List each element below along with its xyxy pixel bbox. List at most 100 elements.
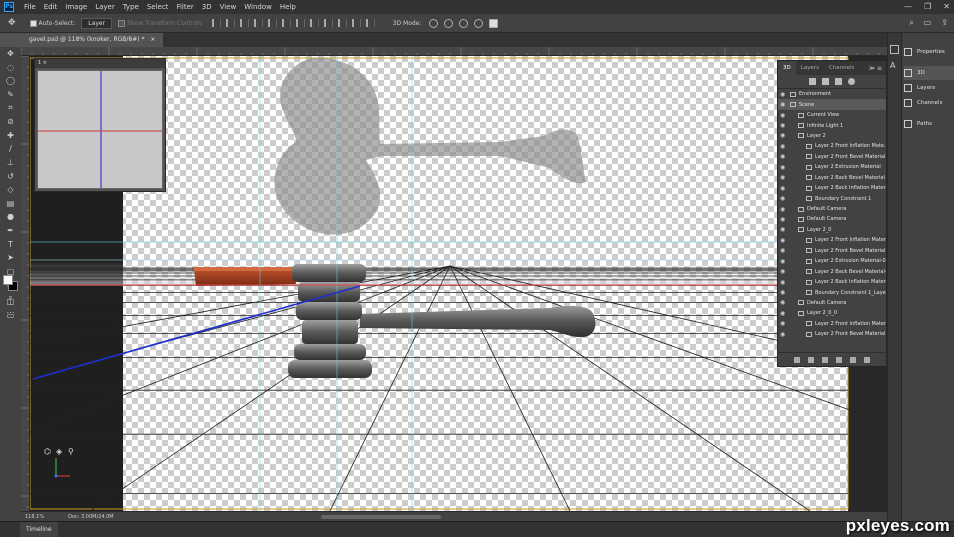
- visibility-eye-icon[interactable]: ◉: [780, 174, 788, 181]
- visibility-eye-icon[interactable]: ◉: [780, 299, 788, 306]
- lasso-tool-icon[interactable]: ◯: [0, 74, 21, 88]
- marquee-tool-icon[interactable]: ◌: [0, 61, 21, 75]
- tab-layers[interactable]: Layers: [796, 61, 824, 75]
- lights-icon[interactable]: [848, 78, 855, 85]
- menu-image[interactable]: Image: [61, 3, 91, 11]
- quick-mask-icon[interactable]: ◫: [0, 295, 21, 309]
- align-bottom-icon[interactable]: [281, 19, 291, 27]
- menu-type[interactable]: Type: [119, 3, 143, 11]
- video-camera-icon[interactable]: [489, 18, 499, 28]
- distribute-right-icon[interactable]: [323, 19, 333, 27]
- tab-channels[interactable]: Channels: [824, 61, 859, 75]
- eyedropper-tool-icon[interactable]: ⊘: [0, 115, 21, 129]
- materials-icon[interactable]: [835, 78, 842, 85]
- menu-3d[interactable]: 3D: [198, 3, 216, 11]
- scene-item[interactable]: ◉ Default Camera: [778, 214, 886, 224]
- scene-item[interactable]: ◉ Layer 2 Back Inflation Material: [778, 183, 886, 193]
- move-tool-icon[interactable]: ✥: [0, 47, 21, 61]
- distribute-top-icon[interactable]: [337, 19, 347, 27]
- visibility-eye-icon[interactable]: ◉: [780, 122, 788, 129]
- visibility-eye-icon[interactable]: ◉: [780, 91, 788, 98]
- align-center-icon[interactable]: [225, 19, 235, 27]
- clone-stamp-tool-icon[interactable]: ⊥: [0, 156, 21, 170]
- scene-item[interactable]: ◉ Layer 2 Back Bevel Material: [778, 173, 886, 183]
- move-to-ground-icon[interactable]: [850, 356, 856, 363]
- brush-tool-icon[interactable]: ∕: [0, 142, 21, 156]
- minimize-button[interactable]: —: [904, 2, 912, 11]
- history-brush-tool-icon[interactable]: ↺: [0, 169, 21, 183]
- visibility-eye-icon[interactable]: ◉: [780, 185, 788, 192]
- workspace-icon[interactable]: ▭: [924, 18, 932, 28]
- scene-item[interactable]: ◉ Layer 2 Front Inflation Mater...: [778, 235, 886, 245]
- dock-item-properties[interactable]: Properties: [904, 45, 945, 59]
- orbit-axis-icon[interactable]: ⌬: [44, 447, 51, 456]
- scene-item[interactable]: ◉ Layer 2 Front Inflation Mater...: [778, 319, 886, 329]
- visibility-eye-icon[interactable]: ◉: [780, 101, 788, 108]
- timeline-tab[interactable]: Timeline: [20, 522, 58, 537]
- scene-item[interactable]: ◉ Layer 2 Extrusion Material-0: [778, 256, 886, 266]
- auto-select-checkbox[interactable]: [29, 19, 37, 27]
- distribute-bottom-icon[interactable]: [365, 19, 375, 27]
- menu-select[interactable]: Select: [143, 3, 173, 11]
- healing-brush-tool-icon[interactable]: ✚: [0, 129, 21, 143]
- visibility-eye-icon[interactable]: ◉: [780, 237, 788, 244]
- visibility-eye-icon[interactable]: ◉: [780, 195, 788, 202]
- render-icon[interactable]: [794, 356, 800, 363]
- align-right-icon[interactable]: [239, 19, 249, 27]
- align-middle-icon[interactable]: [267, 19, 277, 27]
- scene-item[interactable]: ◉ Current View: [778, 110, 886, 120]
- character-icon[interactable]: A: [890, 61, 895, 70]
- color-swatches[interactable]: [3, 275, 19, 291]
- align-left-icon[interactable]: [211, 19, 221, 27]
- visibility-eye-icon[interactable]: ◉: [780, 310, 788, 317]
- visibility-eye-icon[interactable]: ◉: [780, 258, 788, 265]
- visibility-eye-icon[interactable]: ◉: [780, 247, 788, 254]
- document-tab[interactable]: gavel.psd @ 118% (knoker, RGB/8#) * ×: [21, 33, 164, 47]
- menu-filter[interactable]: Filter: [172, 3, 197, 11]
- scene-item[interactable]: ◉ Layer 2_0: [778, 225, 886, 235]
- secondary-view[interactable]: [37, 70, 163, 189]
- visibility-eye-icon[interactable]: ◉: [780, 132, 788, 139]
- scene-item[interactable]: ◉ Layer 2 Extrusion Material: [778, 162, 886, 172]
- dock-item-paths[interactable]: Paths: [904, 117, 932, 131]
- ground-icon[interactable]: [836, 356, 842, 363]
- scene-item[interactable]: ◉ Infinite Light 1: [778, 120, 886, 130]
- path-select-tool-icon[interactable]: ➤: [0, 251, 21, 265]
- history-icon[interactable]: [890, 45, 899, 54]
- visibility-eye-icon[interactable]: ◉: [780, 143, 788, 150]
- eraser-tool-icon[interactable]: ◇: [0, 183, 21, 197]
- whole-scene-icon[interactable]: [809, 78, 816, 85]
- orbit-icon[interactable]: [429, 18, 439, 28]
- scene-item[interactable]: ◉ Layer 2 Front Inflation Mate...: [778, 141, 886, 151]
- auto-select-option[interactable]: Auto-Select:: [29, 19, 75, 27]
- horizontal-scrollbar[interactable]: [321, 515, 441, 519]
- scene-item[interactable]: ◉ Layer 2 Front Bevel Material: [778, 152, 886, 162]
- meshes-icon[interactable]: [822, 78, 829, 85]
- visibility-eye-icon[interactable]: ◉: [780, 268, 788, 275]
- share-icon[interactable]: ⇪: [941, 18, 948, 28]
- scene-item[interactable]: ◉ Layer 2_0_0: [778, 308, 886, 318]
- scene-item[interactable]: ◉ Layer 2 Back Bevel Material-0: [778, 266, 886, 276]
- scene-item[interactable]: ◉ Default Camera: [778, 204, 886, 214]
- pen-tool-icon[interactable]: ✒: [0, 224, 21, 238]
- scene-item[interactable]: ◉ Layer 2: [778, 131, 886, 141]
- visibility-eye-icon[interactable]: ◉: [780, 153, 788, 160]
- search-icon[interactable]: ⌕: [909, 18, 913, 28]
- restore-button[interactable]: ❐: [924, 2, 931, 11]
- visibility-eye-icon[interactable]: ◉: [780, 216, 788, 223]
- scene-item[interactable]: ◉ Layer 2 Back Inflation Materi...: [778, 277, 886, 287]
- show-transform-option[interactable]: Show Transform Controls: [118, 19, 202, 27]
- menu-file[interactable]: File: [20, 3, 40, 11]
- menu-view[interactable]: View: [216, 3, 241, 11]
- type-tool-icon[interactable]: T: [0, 237, 21, 251]
- align-top-icon[interactable]: [253, 19, 263, 27]
- camera-axis-icon[interactable]: ⚲: [68, 447, 74, 456]
- gradient-tool-icon[interactable]: ▤: [0, 197, 21, 211]
- visibility-eye-icon[interactable]: ◉: [780, 226, 788, 233]
- show-transform-checkbox[interactable]: [118, 19, 126, 27]
- horizontal-ruler[interactable]: [21, 47, 887, 56]
- dock-item-3d[interactable]: 3D: [904, 66, 954, 80]
- dodge-tool-icon[interactable]: ●: [0, 210, 21, 224]
- scene-item[interactable]: ◉ Boundary Constraint 1_Laye...: [778, 287, 886, 297]
- new-constraint-icon[interactable]: [822, 356, 828, 363]
